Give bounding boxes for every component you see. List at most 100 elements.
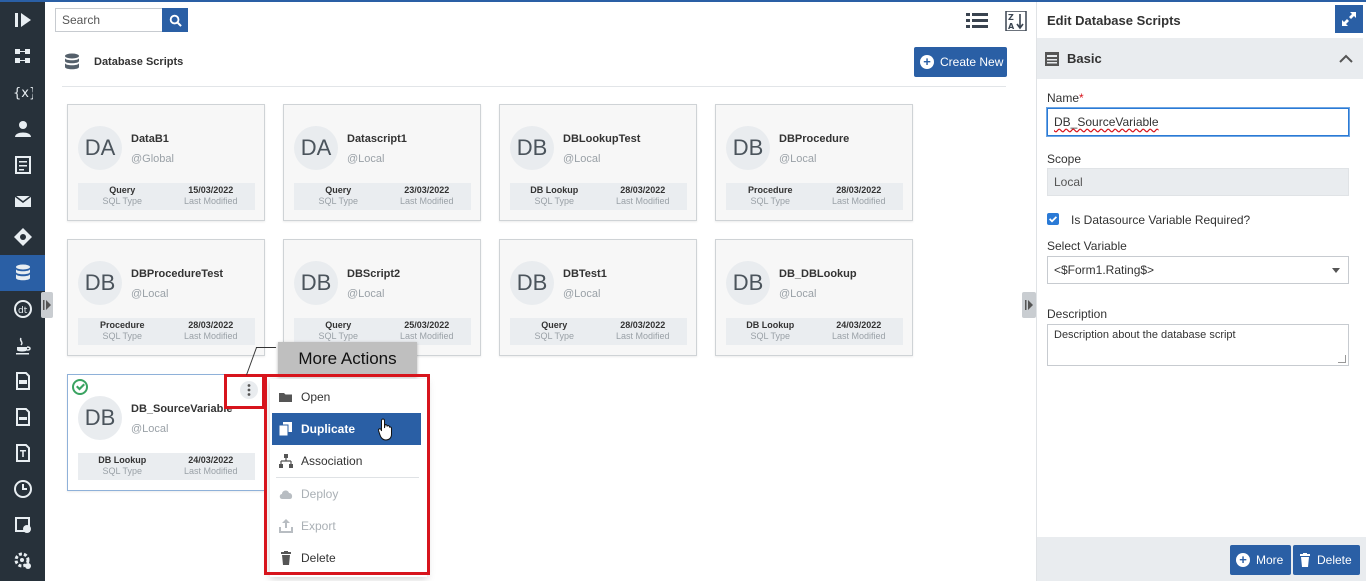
- panel-title: Edit Database Scripts: [1047, 13, 1181, 28]
- card-avatar: DB: [78, 261, 122, 305]
- delete-label: Delete: [1317, 553, 1352, 567]
- script-card[interactable]: DB DBLookupTest @Local DB Lookup SQL Type…: [499, 104, 697, 221]
- card-avatar: DB: [294, 261, 338, 305]
- list-view-button[interactable]: [965, 10, 989, 32]
- card-name: DB_DBLookup: [779, 268, 857, 280]
- card-meta: Query SQL Type 23/03/2022 Last Modified: [294, 183, 471, 210]
- card-sql-type: DB Lookup: [746, 320, 795, 330]
- mail-icon[interactable]: [0, 183, 45, 219]
- report-icon[interactable]: [0, 507, 45, 543]
- delete-button[interactable]: Delete: [1293, 545, 1360, 575]
- card-scope: @Local: [131, 423, 169, 435]
- card-scope: @Local: [563, 288, 601, 300]
- form-section-icon: [1045, 51, 1059, 66]
- script-card[interactable]: DB DBTest1 @Local Query SQL Type 28/03/20…: [499, 239, 697, 356]
- card-scope: @Local: [347, 153, 385, 165]
- required-mark: *: [1079, 91, 1084, 105]
- card-last-modified: 28/03/2022: [620, 185, 666, 195]
- settings-icon[interactable]: [0, 543, 45, 579]
- header-divider: [62, 86, 1006, 87]
- card-sql-type: Procedure: [99, 320, 145, 330]
- card-scope: @Global: [131, 153, 174, 165]
- card-sql-type-label: SQL Type: [102, 466, 143, 476]
- file-icon[interactable]: [0, 363, 45, 399]
- plus-icon: +: [1236, 553, 1250, 567]
- trash-icon: [1300, 553, 1310, 567]
- flow-icon[interactable]: [0, 38, 45, 74]
- search-button[interactable]: [162, 8, 188, 32]
- card-sql-type: Query: [325, 320, 352, 330]
- resize-grip-icon[interactable]: [1338, 355, 1346, 363]
- script-card[interactable]: DA Datascript1 @Local Query SQL Type 23/0…: [283, 104, 481, 221]
- card-avatar: DB: [510, 126, 554, 170]
- page-title: Database Scripts: [94, 56, 184, 68]
- card-meta: DB Lookup SQL Type 24/03/2022 Last Modifie…: [726, 318, 903, 345]
- scope-field: Local: [1047, 168, 1349, 196]
- card-last-modified-label: Last Modified: [615, 331, 670, 341]
- svg-text:dt: dt: [18, 306, 28, 316]
- card-last-modified: 24/03/2022: [188, 455, 234, 465]
- datasource-label: Is Datasource Variable Required?: [1071, 213, 1251, 227]
- user-icon[interactable]: [0, 111, 45, 147]
- card-avatar: DA: [294, 126, 338, 170]
- svg-text:{x}: {x}: [13, 86, 33, 101]
- panel-footer: + More Delete: [1037, 537, 1366, 581]
- hand-cursor-icon: [378, 418, 392, 441]
- card-last-modified-label: Last Modified: [615, 196, 670, 206]
- sheet-icon[interactable]: [0, 399, 45, 435]
- select-variable-dropdown[interactable]: <$Form1.Rating$>: [1047, 256, 1349, 284]
- card-scope: @Local: [779, 153, 817, 165]
- section-title: Basic: [1067, 51, 1102, 66]
- script-card[interactable]: DB DBProcedureTest @Local Procedure SQL T…: [67, 239, 265, 356]
- search-input[interactable]: Search: [55, 8, 163, 32]
- script-card[interactable]: DA DataB1 @Global Query SQL Type 15/03/20…: [67, 104, 265, 221]
- card-meta: DB Lookup SQL Type 28/03/2022 Last Modifie…: [510, 183, 687, 210]
- decision-icon[interactable]: [0, 219, 45, 255]
- rail-collapse-toggle[interactable]: [41, 292, 53, 318]
- card-meta: DB Lookup SQL Type 24/03/2022 Last Modifie…: [78, 453, 255, 480]
- create-new-button[interactable]: + Create New: [914, 47, 1007, 77]
- form-icon[interactable]: [0, 147, 45, 183]
- card-scope: @Local: [347, 288, 385, 300]
- basic-section-header[interactable]: Basic: [1037, 38, 1363, 79]
- card-last-modified-label: Last Modified: [183, 196, 238, 206]
- more-button[interactable]: + More: [1230, 545, 1292, 575]
- script-card[interactable]: DB DBScript2 @Local Query SQL Type 25/03/…: [283, 239, 481, 356]
- sort-button[interactable]: ZA: [1004, 10, 1028, 32]
- script-card[interactable]: DB DB_DBLookup @Local DB Lookup SQL Type …: [715, 239, 913, 356]
- kebab-highlight-frame: [224, 374, 265, 409]
- card-last-modified-label: Last Modified: [183, 466, 238, 476]
- logo-icon[interactable]: [0, 2, 45, 38]
- name-input[interactable]: DB_SourceVariable: [1047, 108, 1349, 136]
- search-placeholder: Search: [62, 13, 101, 27]
- script-card[interactable]: DB DBProcedure @Local Procedure SQL Type …: [715, 104, 913, 221]
- template-icon[interactable]: [0, 435, 45, 471]
- svg-text:A: A: [1008, 22, 1015, 31]
- card-sql-type: Query: [541, 320, 568, 330]
- card-sql-type-label: SQL Type: [318, 196, 359, 206]
- card-name: DBLookupTest: [563, 133, 641, 145]
- name-value: DB_SourceVariable: [1054, 115, 1159, 129]
- card-avatar: DB: [726, 261, 770, 305]
- selected-check-icon: [72, 379, 88, 395]
- variables-icon[interactable]: {x}: [0, 74, 45, 110]
- search-icon: [169, 14, 182, 27]
- description-label: Description: [1047, 307, 1108, 321]
- select-variable-value: <$Form1.Rating$>: [1054, 263, 1155, 277]
- expand-panel-button[interactable]: [1335, 5, 1363, 33]
- database-icon: [64, 53, 80, 71]
- card-name: DBProcedure: [779, 133, 850, 145]
- more-actions-tooltip: More Actions: [278, 342, 417, 376]
- datasource-checkbox[interactable]: [1047, 213, 1059, 225]
- name-label-text: Name: [1047, 91, 1080, 105]
- chevron-up-icon[interactable]: [1339, 52, 1353, 63]
- api-icon[interactable]: dt: [0, 291, 45, 327]
- database-icon[interactable]: [0, 255, 45, 291]
- description-textarea[interactable]: Description about the database script: [1047, 324, 1349, 366]
- clock-icon[interactable]: [0, 471, 45, 507]
- card-sql-type-label: SQL Type: [750, 331, 791, 341]
- card-name: DataB1: [131, 133, 169, 145]
- card-name: DBScript2: [347, 268, 401, 280]
- java-icon[interactable]: [0, 327, 45, 363]
- panel-collapse-toggle[interactable]: [1022, 292, 1036, 318]
